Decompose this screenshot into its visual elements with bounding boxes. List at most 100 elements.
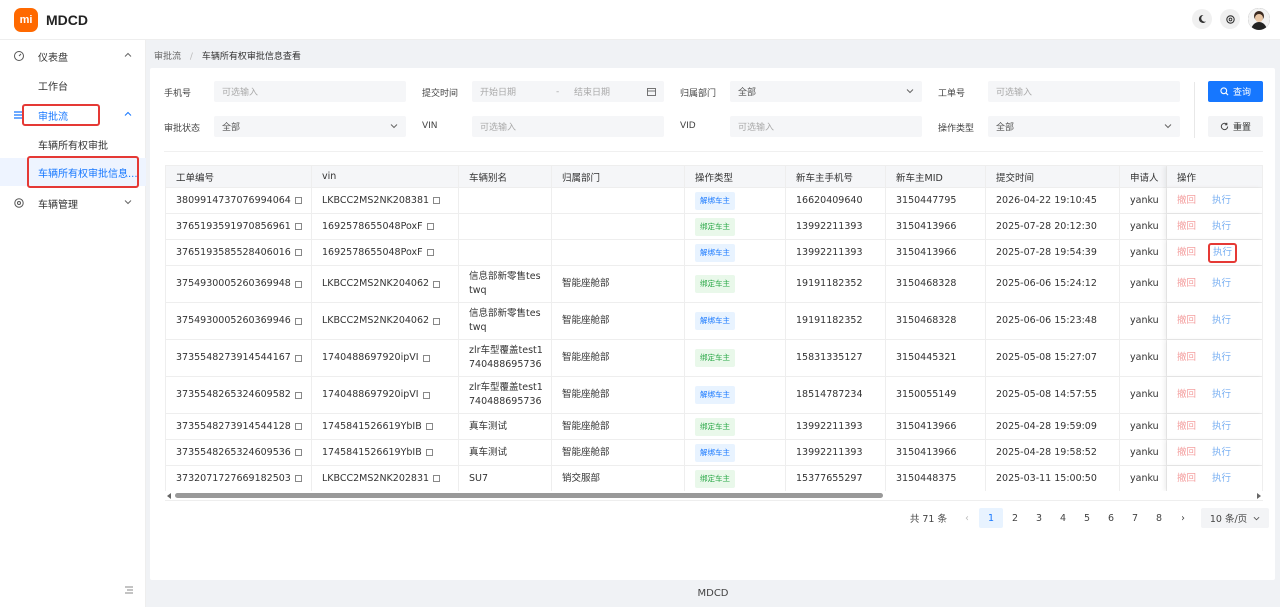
page-button[interactable]: 7: [1123, 508, 1147, 528]
execute-button[interactable]: 执行: [1212, 388, 1231, 402]
table-cell-id: 3735548273914544128: [166, 414, 312, 439]
column-header: 新车主手机号: [786, 166, 886, 188]
copy-icon[interactable]: [294, 475, 302, 482]
execute-button[interactable]: 执行: [1212, 420, 1231, 434]
copy-icon[interactable]: [425, 449, 433, 456]
revoke-button[interactable]: 撤回: [1177, 351, 1196, 365]
sidebar-item-workbench[interactable]: 工作台: [0, 72, 146, 98]
sidebar-item-dashboard[interactable]: 仪表盘: [0, 43, 146, 69]
copy-icon[interactable]: [294, 317, 302, 325]
page-size-select[interactable]: 10 条/页: [1201, 508, 1269, 528]
breadcrumb-parent[interactable]: 审批流: [154, 52, 181, 62]
scrollbar-thumb[interactable]: [175, 493, 883, 498]
scroll-left-icon[interactable]: [166, 493, 172, 499]
table-cell-dept: 智能座舱部: [552, 303, 685, 339]
execute-button[interactable]: 执行: [1212, 277, 1231, 291]
revoke-button[interactable]: 撤回: [1177, 420, 1196, 434]
execute-button[interactable]: 执行: [1212, 194, 1231, 208]
revoke-button[interactable]: 撤回: [1177, 277, 1196, 291]
date-range-picker[interactable]: 开始日期 - 结束日期: [472, 81, 664, 102]
phone-input[interactable]: 可选输入: [214, 81, 406, 102]
dept-select[interactable]: 全部: [730, 81, 922, 102]
table-row: 3735548273914544167 1740488697920ipVI zlr车…: [166, 340, 1262, 377]
execute-button[interactable]: 执行: [1212, 351, 1231, 365]
page-button[interactable]: 2: [1003, 508, 1027, 528]
execute-button[interactable]: 执行: [1208, 242, 1238, 263]
copy-icon[interactable]: [294, 449, 302, 456]
table-cell-applicant: yanku: [1120, 340, 1167, 376]
menu-fold-icon[interactable]: [124, 585, 134, 598]
chevron-down-icon: [1253, 516, 1260, 520]
revoke-button[interactable]: 撤回: [1177, 446, 1196, 460]
copy-icon[interactable]: [294, 223, 302, 230]
execute-button[interactable]: 执行: [1212, 472, 1231, 486]
table-cell-phone: 13992211393: [786, 414, 886, 439]
execute-button[interactable]: 执行: [1212, 220, 1231, 234]
op-type-tag: 绑定车主: [695, 417, 735, 436]
page-button[interactable]: 3: [1027, 508, 1051, 528]
start-date[interactable]: 开始日期: [480, 85, 516, 98]
vid-input[interactable]: 可选输入: [730, 116, 922, 137]
copy-icon[interactable]: [294, 280, 302, 288]
table-cell-vin: 1692578655048PoxF: [312, 240, 459, 265]
copy-icon[interactable]: [294, 354, 302, 362]
op-type-tag: 解绑车主: [695, 386, 735, 404]
copy-icon[interactable]: [294, 197, 302, 204]
table-cell-vin: 1745841526619YbIB: [312, 440, 459, 465]
revoke-button[interactable]: 撤回: [1177, 194, 1196, 208]
page-button[interactable]: 8: [1147, 508, 1171, 528]
copy-icon[interactable]: [294, 391, 302, 399]
table-cell-applicant: yanku: [1120, 266, 1167, 302]
table-cell-dept: 智能座舱部: [552, 340, 685, 376]
moon-icon[interactable]: [1192, 9, 1212, 29]
copy-icon[interactable]: [433, 317, 441, 325]
copy-icon[interactable]: [433, 280, 441, 288]
table-cell-phone: 13992211393: [786, 240, 886, 265]
execute-button[interactable]: 执行: [1212, 446, 1231, 460]
op-type-tag: 解绑车主: [695, 443, 735, 462]
optype-select[interactable]: 全部: [988, 116, 1180, 137]
copy-icon[interactable]: [294, 423, 302, 430]
status-select[interactable]: 全部: [214, 116, 406, 137]
revoke-button[interactable]: 撤回: [1177, 220, 1196, 234]
revoke-button[interactable]: 撤回: [1177, 388, 1196, 402]
reset-button[interactable]: 重置: [1208, 116, 1263, 137]
scroll-right-icon[interactable]: [1256, 493, 1262, 499]
revoke-button[interactable]: 撤回: [1177, 472, 1196, 486]
end-date[interactable]: 结束日期: [574, 85, 610, 98]
breadcrumb: 审批流 / 车辆所有权审批信息查看: [154, 49, 301, 62]
horizontal-scrollbar[interactable]: [165, 491, 1263, 500]
vin-input[interactable]: 可选输入: [472, 116, 664, 137]
table-cell-op: 绑定车主: [685, 466, 786, 491]
page-button[interactable]: 1: [979, 508, 1003, 528]
page-button[interactable]: 6: [1099, 508, 1123, 528]
revoke-button[interactable]: 撤回: [1177, 314, 1196, 328]
revoke-button[interactable]: 撤回: [1177, 246, 1196, 260]
copy-icon[interactable]: [426, 249, 434, 256]
settings-icon[interactable]: [1220, 9, 1240, 29]
copy-icon[interactable]: [425, 423, 433, 430]
order-input[interactable]: 可选输入: [988, 81, 1180, 102]
table-cell-time: 2026-04-22 19:10:45: [986, 188, 1120, 213]
sidebar-item-vehicle-mgmt[interactable]: 车辆管理: [0, 190, 146, 216]
execute-button[interactable]: 执行: [1212, 314, 1231, 328]
next-page-button[interactable]: ›: [1171, 508, 1195, 528]
copy-icon[interactable]: [426, 223, 434, 230]
copy-icon[interactable]: [294, 249, 302, 256]
copy-icon[interactable]: [422, 354, 430, 362]
copy-icon[interactable]: [433, 197, 441, 204]
query-button[interactable]: 查询: [1208, 81, 1263, 102]
table-cell-actions: 撤回 执行: [1167, 440, 1262, 465]
table-cell-applicant: yanku: [1120, 466, 1167, 491]
copy-icon[interactable]: [433, 475, 441, 482]
page-button[interactable]: 5: [1075, 508, 1099, 528]
avatar[interactable]: [1248, 8, 1270, 30]
table-row: 3809914737076994064 LKBCC2MS2NK208381 解绑车主…: [166, 188, 1262, 214]
page-button[interactable]: 4: [1051, 508, 1075, 528]
table-cell-alias: [459, 188, 552, 213]
prev-page-button[interactable]: ‹: [955, 508, 979, 528]
sidebar-item-ownership-approval[interactable]: 车辆所有权审批: [0, 131, 146, 157]
table-cell-op: 绑定车主: [685, 340, 786, 376]
calendar-icon: [647, 87, 656, 99]
copy-icon[interactable]: [422, 391, 430, 399]
